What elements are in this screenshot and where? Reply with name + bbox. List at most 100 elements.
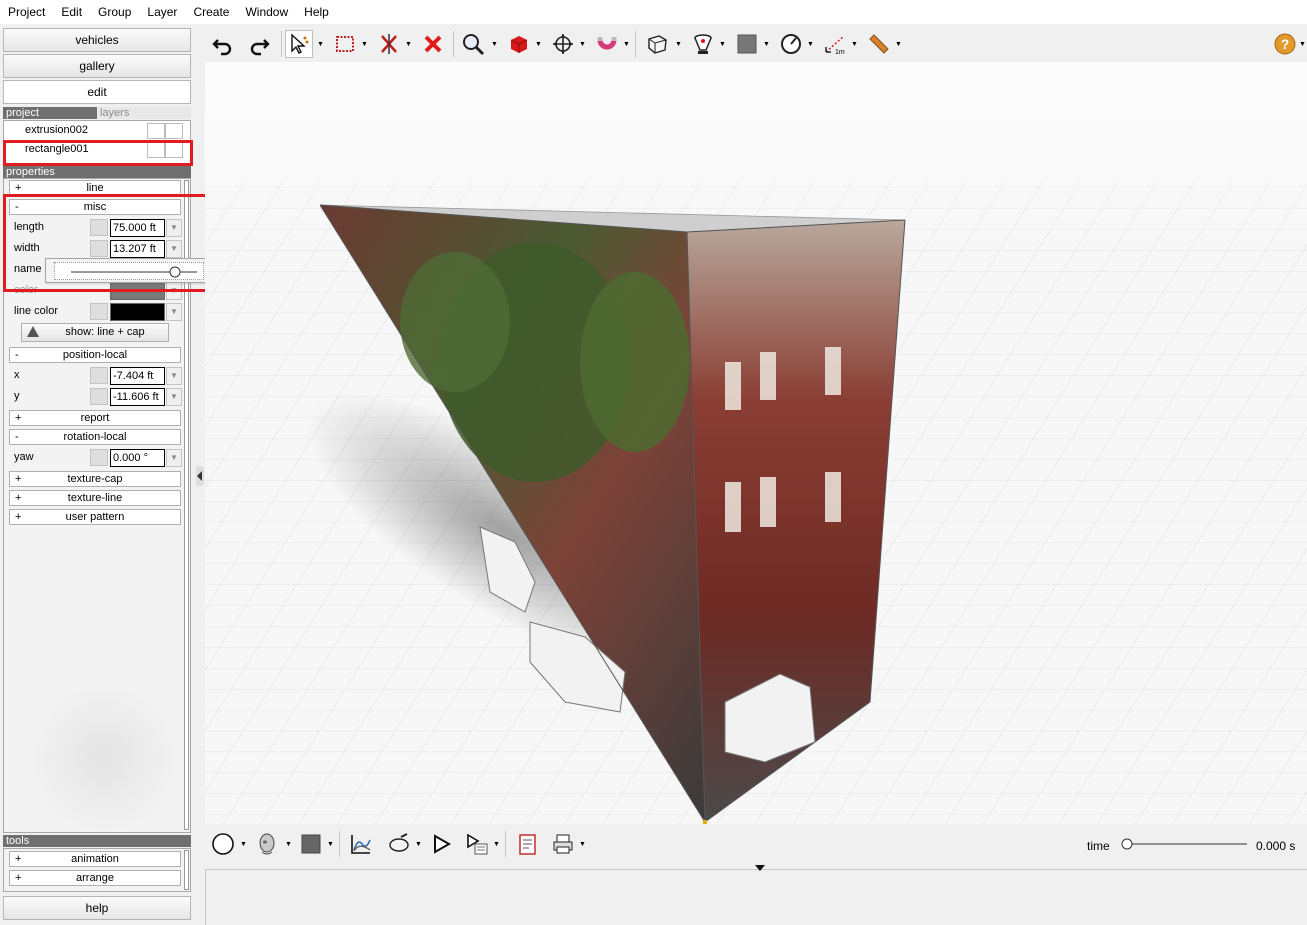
chevron-left-icon xyxy=(197,471,202,481)
report-icon[interactable] xyxy=(513,830,541,858)
section-texture-line[interactable]: + texture-line xyxy=(9,490,181,506)
menu-project[interactable]: Project xyxy=(0,0,53,24)
time-label: time xyxy=(1087,839,1110,853)
red-cube-icon[interactable] xyxy=(505,30,533,58)
square-fill-icon[interactable] xyxy=(297,830,325,858)
play-icon[interactable] xyxy=(427,830,455,858)
gauge-icon[interactable] xyxy=(777,30,805,58)
list-item-extrusion002[interactable]: extrusion002 xyxy=(4,121,190,140)
section-label: texture-cap xyxy=(67,473,123,485)
background-watermark xyxy=(24,679,184,832)
show-mode-label: show: line + cap xyxy=(65,326,145,338)
menu-group[interactable]: Group xyxy=(90,0,139,24)
3d-viewport[interactable] xyxy=(205,62,1307,824)
y-dropdown[interactable]: ▼ xyxy=(166,388,182,406)
tools-scrollbar[interactable] xyxy=(184,850,189,890)
tab-layers[interactable]: layers xyxy=(97,107,191,119)
status-area xyxy=(205,865,1307,925)
lock-toggle[interactable] xyxy=(165,123,183,139)
square-icon[interactable] xyxy=(733,30,761,58)
line-color-handle[interactable] xyxy=(90,303,108,320)
magnet-icon[interactable] xyxy=(593,30,621,58)
graph-icon[interactable] xyxy=(347,830,375,858)
y-spin-handle[interactable] xyxy=(90,388,108,405)
yaw-label: yaw xyxy=(14,451,34,463)
expand-toggle: + xyxy=(15,412,22,424)
section-arrange[interactable]: + arrange xyxy=(9,870,181,886)
move-icon[interactable] xyxy=(549,30,577,58)
selection-rect-icon[interactable] xyxy=(331,30,359,58)
view-cube-icon[interactable] xyxy=(643,30,671,58)
tools-icon[interactable] xyxy=(385,830,413,858)
line-color-swatch[interactable] xyxy=(110,303,165,321)
x-dropdown[interactable]: ▼ xyxy=(166,367,182,385)
section-label: arrange xyxy=(76,872,114,884)
scene-canvas[interactable] xyxy=(205,62,1307,824)
tools-panel: + animation + arrange xyxy=(3,848,191,892)
section-user-pattern[interactable]: + user pattern xyxy=(9,509,181,525)
section-report[interactable]: + report xyxy=(9,410,181,426)
yaw-dropdown[interactable]: ▼ xyxy=(166,449,182,467)
section-label: texture-line xyxy=(67,492,123,504)
yaw-spin-handle[interactable] xyxy=(90,449,108,466)
menu-edit[interactable]: Edit xyxy=(53,0,90,24)
highlight-box-misc xyxy=(3,194,238,292)
time-slider-thumb[interactable] xyxy=(1121,838,1133,850)
zoom-icon[interactable] xyxy=(459,30,487,58)
delete-icon[interactable] xyxy=(419,30,447,58)
line-color-dropdown[interactable]: ▼ xyxy=(166,303,182,321)
cut-icon[interactable] xyxy=(375,30,403,58)
menu-window[interactable]: Window xyxy=(237,0,296,24)
vehicles-button[interactable]: vehicles xyxy=(3,28,191,52)
chevron-down-icon[interactable] xyxy=(755,865,765,871)
measure-icon[interactable]: 1m xyxy=(821,30,849,58)
circle-icon[interactable] xyxy=(209,830,237,858)
time-value: 0.000 s xyxy=(1256,839,1296,853)
section-animation[interactable]: + animation xyxy=(9,851,181,867)
section-position-local[interactable]: - position-local xyxy=(9,347,181,363)
expand-toggle: + xyxy=(15,853,22,865)
yaw-field[interactable]: 0.000 ° xyxy=(110,449,165,467)
section-texture-cap[interactable]: + texture-cap xyxy=(9,471,181,487)
time-slider-track[interactable] xyxy=(1121,834,1251,854)
section-label: user pattern xyxy=(65,511,125,523)
camera-icon[interactable] xyxy=(689,30,717,58)
panel-tab-bar: project layers xyxy=(3,107,191,119)
head-icon[interactable] xyxy=(253,830,281,858)
visibility-toggle[interactable] xyxy=(147,123,165,139)
tab-project[interactable]: project xyxy=(6,107,39,119)
line-color-label: line color xyxy=(14,305,59,317)
x-field[interactable]: -7.404 ft xyxy=(110,367,165,385)
x-label: x xyxy=(14,369,20,381)
undo-icon[interactable] xyxy=(209,30,237,58)
panel-collapse-handle[interactable] xyxy=(196,466,204,486)
triangle-icon xyxy=(27,326,39,337)
expand-toggle: + xyxy=(15,872,22,884)
expand-toggle: + xyxy=(15,492,22,504)
menu-create[interactable]: Create xyxy=(185,0,237,24)
sequence-icon[interactable] xyxy=(463,830,491,858)
print-icon[interactable] xyxy=(549,830,577,858)
gallery-button[interactable]: gallery xyxy=(3,54,191,78)
highlight-box-rectangle001 xyxy=(3,140,193,166)
select-arrow-icon[interactable] xyxy=(285,30,313,58)
svg-text:?: ? xyxy=(1281,36,1290,52)
time-slider[interactable] xyxy=(1121,834,1251,854)
properties-header: properties xyxy=(3,166,191,178)
x-spin-handle[interactable] xyxy=(90,367,108,384)
y-label: y xyxy=(14,390,20,402)
y-field[interactable]: -11.606 ft xyxy=(110,388,165,406)
menu-help[interactable]: Help xyxy=(296,0,337,24)
object-name: extrusion002 xyxy=(25,124,88,136)
edit-button[interactable]: edit xyxy=(3,80,191,104)
show-mode-button[interactable]: show: line + cap xyxy=(21,323,169,342)
help-button[interactable]: help xyxy=(3,896,191,920)
redo-icon[interactable] xyxy=(245,30,273,58)
main-toolbar: ▼ ▼ ▼ ▼ ▼ ▼ ▼ ▼ ▼ ▼ ▼ 1m ▼ ▼ ? ▼ xyxy=(205,26,1307,62)
section-rotation-local[interactable]: - rotation-local xyxy=(9,429,181,445)
section-label: report xyxy=(80,412,110,424)
menu-layer[interactable]: Layer xyxy=(139,0,185,24)
collapse-toggle: - xyxy=(15,431,19,443)
ruler-icon[interactable] xyxy=(865,30,893,58)
help-icon[interactable]: ? xyxy=(1271,30,1299,58)
